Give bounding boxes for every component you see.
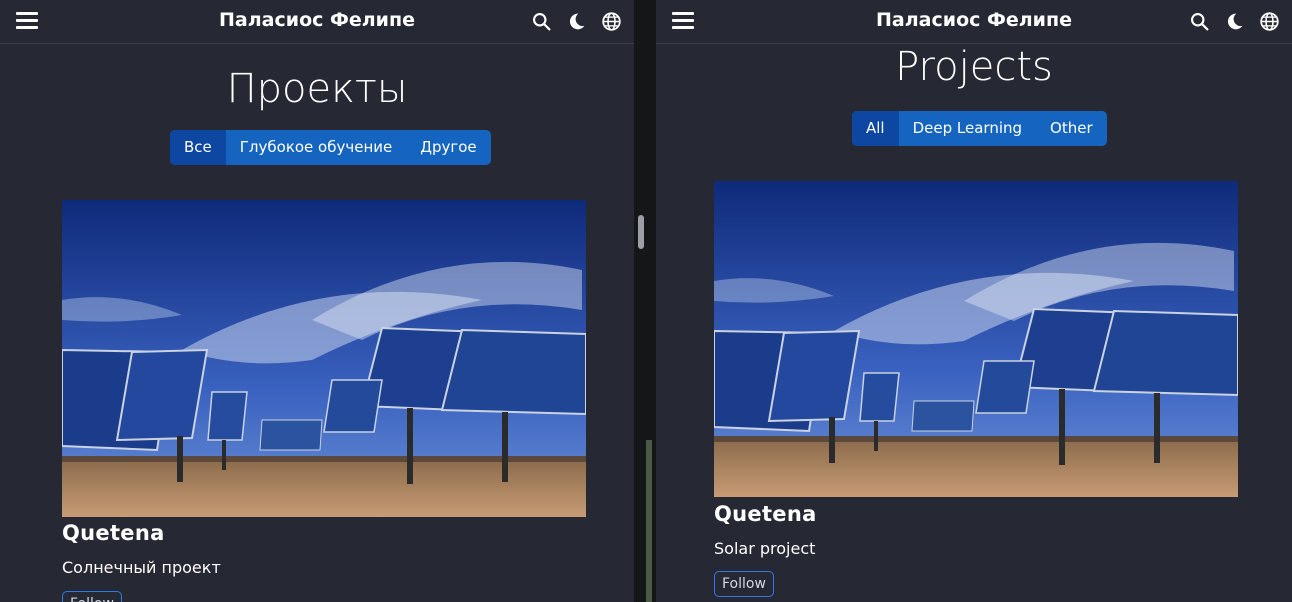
page-title: Projects — [895, 44, 1053, 90]
project-image[interactable] — [714, 181, 1238, 497]
moon-icon[interactable] — [1224, 11, 1245, 32]
search-icon[interactable] — [1189, 11, 1210, 32]
filter-tabs: Все Глубокое обучение Другое — [170, 130, 491, 165]
filter-tabs: All Deep Learning Other — [852, 111, 1107, 146]
tab-other[interactable]: Другое — [406, 130, 490, 165]
card-title[interactable]: Quetena — [714, 502, 817, 526]
card-title[interactable]: Quetena — [62, 521, 165, 545]
card-description: Солнечный проект — [62, 558, 221, 577]
right-pane: Паласиос Фелипе Projects All Deep Learni… — [656, 0, 1292, 602]
pane-divider — [634, 0, 656, 602]
top-navbar: Паласиос Фелипе — [0, 0, 634, 44]
project-image[interactable] — [62, 200, 586, 517]
top-navbar: Паласиос Фелипе — [656, 0, 1292, 44]
globe-icon[interactable] — [1259, 11, 1280, 32]
card-description: Solar project — [714, 539, 816, 558]
tab-other[interactable]: Other — [1036, 111, 1107, 146]
tab-all[interactable]: All — [852, 111, 899, 146]
follow-button[interactable]: Follow — [62, 591, 122, 602]
tab-deep-learning[interactable]: Глубокое обучение — [226, 130, 406, 165]
left-pane: Паласиос Фелипе Проекты Все Глубокое обу… — [0, 0, 634, 602]
page-title: Проекты — [226, 66, 408, 112]
moon-icon[interactable] — [566, 11, 587, 32]
tab-all[interactable]: Все — [170, 130, 226, 165]
divider-strip — [646, 440, 652, 602]
tab-deep-learning[interactable]: Deep Learning — [899, 111, 1036, 146]
scrollbar-thumb[interactable] — [638, 215, 644, 249]
search-icon[interactable] — [531, 11, 552, 32]
follow-button[interactable]: Follow — [714, 571, 774, 597]
globe-icon[interactable] — [601, 11, 622, 32]
